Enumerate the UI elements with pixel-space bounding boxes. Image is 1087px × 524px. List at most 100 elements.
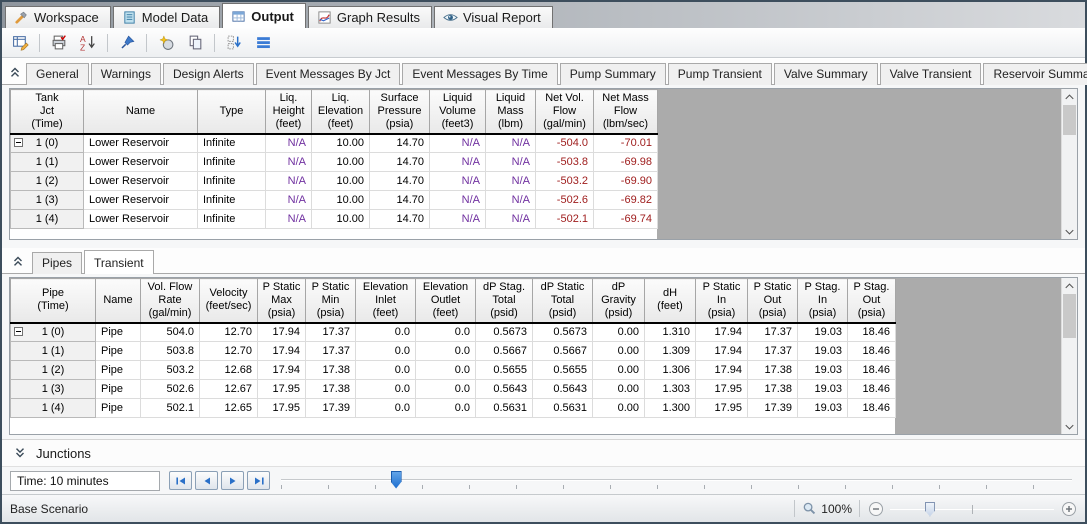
- zoom-slider[interactable]: [888, 499, 1056, 519]
- grid-cell: Lower Reservoir: [83, 190, 198, 210]
- tab-model-data[interactable]: Model Data: [112, 6, 221, 28]
- junctions-section-header[interactable]: Junctions: [2, 439, 1085, 466]
- tab-valve-transient[interactable]: Valve Transient: [879, 63, 982, 85]
- tab-pump-transient[interactable]: Pump Transient: [667, 63, 772, 85]
- grid-cell: 14.70: [369, 152, 430, 172]
- column-header[interactable]: Pipe (Time): [10, 278, 96, 324]
- row-header[interactable]: 1 (1): [10, 152, 84, 172]
- vertical-scrollbar[interactable]: [1061, 89, 1077, 239]
- time-slider[interactable]: [279, 468, 1076, 494]
- collapse-toggle-icon[interactable]: [14, 138, 23, 148]
- tab-design-alerts[interactable]: Design Alerts: [162, 63, 254, 85]
- column-header[interactable]: Liquid Volume (feet3): [429, 89, 486, 135]
- row-header[interactable]: 1 (3): [10, 379, 96, 399]
- column-header[interactable]: Name: [83, 89, 198, 135]
- vertical-scrollbar[interactable]: [1061, 278, 1077, 434]
- empty-grid-area: [657, 89, 1061, 239]
- scrollbar-thumb[interactable]: [1063, 294, 1076, 338]
- column-header[interactable]: Surface Pressure (psia): [369, 89, 430, 135]
- zoom-slider-thumb[interactable]: [924, 501, 935, 517]
- tab-warnings[interactable]: Warnings: [90, 63, 161, 85]
- tab-event-messages-by-time[interactable]: Event Messages By Time: [402, 63, 558, 85]
- column-header[interactable]: Net Mass Flow (lbm/sec): [593, 89, 658, 135]
- column-header[interactable]: dP Static Total (psid): [532, 278, 593, 324]
- row-header[interactable]: 1 (4): [10, 398, 96, 418]
- time-first-button[interactable]: [169, 471, 192, 490]
- scroll-down-button[interactable]: [1062, 224, 1077, 239]
- visual-report-icon: [443, 14, 458, 21]
- transpose-button[interactable]: [222, 31, 246, 55]
- format-output-button[interactable]: [8, 31, 32, 55]
- grid-cell: Infinite: [197, 152, 266, 172]
- tab-workspace[interactable]: Workspace: [5, 6, 111, 28]
- row-header[interactable]: 1 (3): [10, 190, 84, 210]
- tab-pump-summary[interactable]: Pump Summary: [559, 63, 666, 85]
- tab-valve-summary[interactable]: Valve Summary: [773, 63, 878, 85]
- row-header[interactable]: 1 (4): [10, 209, 84, 229]
- time-next-button[interactable]: [221, 471, 244, 490]
- collapse-toggle-icon[interactable]: [14, 327, 23, 337]
- column-header[interactable]: Tank Jct (Time): [10, 89, 84, 135]
- column-header[interactable]: dP Stag. Total (psid): [475, 278, 533, 324]
- rows-button[interactable]: [251, 31, 275, 55]
- column-header[interactable]: Liquid Mass (lbm): [485, 89, 536, 135]
- column-header[interactable]: Elevation Inlet (feet): [355, 278, 416, 324]
- column-header[interactable]: Liq. Height (feet): [265, 89, 312, 135]
- row-header[interactable]: 1 (0): [10, 133, 84, 153]
- copy-button[interactable]: [183, 31, 207, 55]
- column-header[interactable]: Vol. Flow Rate (gal/min): [140, 278, 200, 324]
- column-header[interactable]: Type: [197, 89, 266, 135]
- grid-cell: 14.70: [369, 171, 430, 191]
- collapse-pipes-panel-button[interactable]: [8, 251, 28, 271]
- tab-visual-report[interactable]: Visual Report: [433, 6, 553, 28]
- print-button[interactable]: [47, 31, 71, 55]
- row-header[interactable]: 1 (1): [10, 341, 96, 361]
- time-prev-button[interactable]: [195, 471, 218, 490]
- tab-reservoir-summary[interactable]: Reservoir Summary: [983, 63, 1087, 85]
- tab-event-messages-by-jct[interactable]: Event Messages By Jct: [255, 63, 401, 85]
- tab-general[interactable]: General: [26, 63, 89, 85]
- grid-cell: 17.95: [695, 379, 748, 399]
- column-header[interactable]: P Static Max (psia): [257, 278, 306, 324]
- scrollbar-thumb[interactable]: [1063, 105, 1076, 135]
- time-last-button[interactable]: [247, 471, 270, 490]
- tab-graph-results[interactable]: Graph Results: [307, 6, 432, 28]
- grid-cell: Pipe: [95, 379, 141, 399]
- column-header[interactable]: P Stag. Out (psia): [847, 278, 896, 324]
- column-header[interactable]: Elevation Outlet (feet): [415, 278, 476, 324]
- column-header[interactable]: P Static In (psia): [695, 278, 748, 324]
- column-header[interactable]: Name: [95, 278, 141, 324]
- zoom-out-button[interactable]: [867, 500, 884, 517]
- collapse-summary-panel-button[interactable]: [8, 62, 22, 82]
- scrollbar-track[interactable]: [1062, 293, 1077, 419]
- zoom-in-button[interactable]: [1060, 500, 1077, 517]
- grid-cell: Pipe: [95, 341, 141, 361]
- panel-splitter[interactable]: [2, 240, 1085, 248]
- tab-pipes-transient[interactable]: Transient: [84, 250, 154, 274]
- sort-button[interactable]: AZ: [76, 31, 100, 55]
- scroll-up-button[interactable]: [1062, 278, 1077, 293]
- row-header[interactable]: 1 (2): [10, 360, 96, 380]
- pin-button[interactable]: [115, 31, 139, 55]
- scroll-up-button[interactable]: [1062, 89, 1077, 104]
- column-header[interactable]: P Stag. In (psia): [797, 278, 848, 324]
- scroll-down-button[interactable]: [1062, 419, 1077, 434]
- grid-cell: -504.0: [535, 133, 594, 153]
- toolbar-separator: [107, 33, 108, 52]
- column-header[interactable]: Net Vol. Flow (gal/min): [535, 89, 594, 135]
- row-header[interactable]: 1 (2): [10, 171, 84, 191]
- column-header[interactable]: P Static Out (psia): [747, 278, 798, 324]
- column-header[interactable]: dH (feet): [644, 278, 696, 324]
- scrollbar-track[interactable]: [1062, 104, 1077, 224]
- grid-cell: N/A: [485, 171, 536, 191]
- tab-pipes[interactable]: Pipes: [32, 252, 83, 274]
- skip-to-end-icon: [254, 477, 264, 484]
- row-header[interactable]: 1 (0): [10, 322, 96, 342]
- status-bar: Base Scenario 100%: [2, 494, 1085, 522]
- column-header[interactable]: dP Gravity (psid): [592, 278, 645, 324]
- column-header[interactable]: Liq. Elevation (feet): [311, 89, 370, 135]
- column-header[interactable]: Velocity (feet/sec): [199, 278, 258, 324]
- apply-format-button[interactable]: [154, 31, 178, 55]
- tab-output[interactable]: Output: [222, 3, 306, 28]
- column-header[interactable]: P Static Min (psia): [305, 278, 356, 324]
